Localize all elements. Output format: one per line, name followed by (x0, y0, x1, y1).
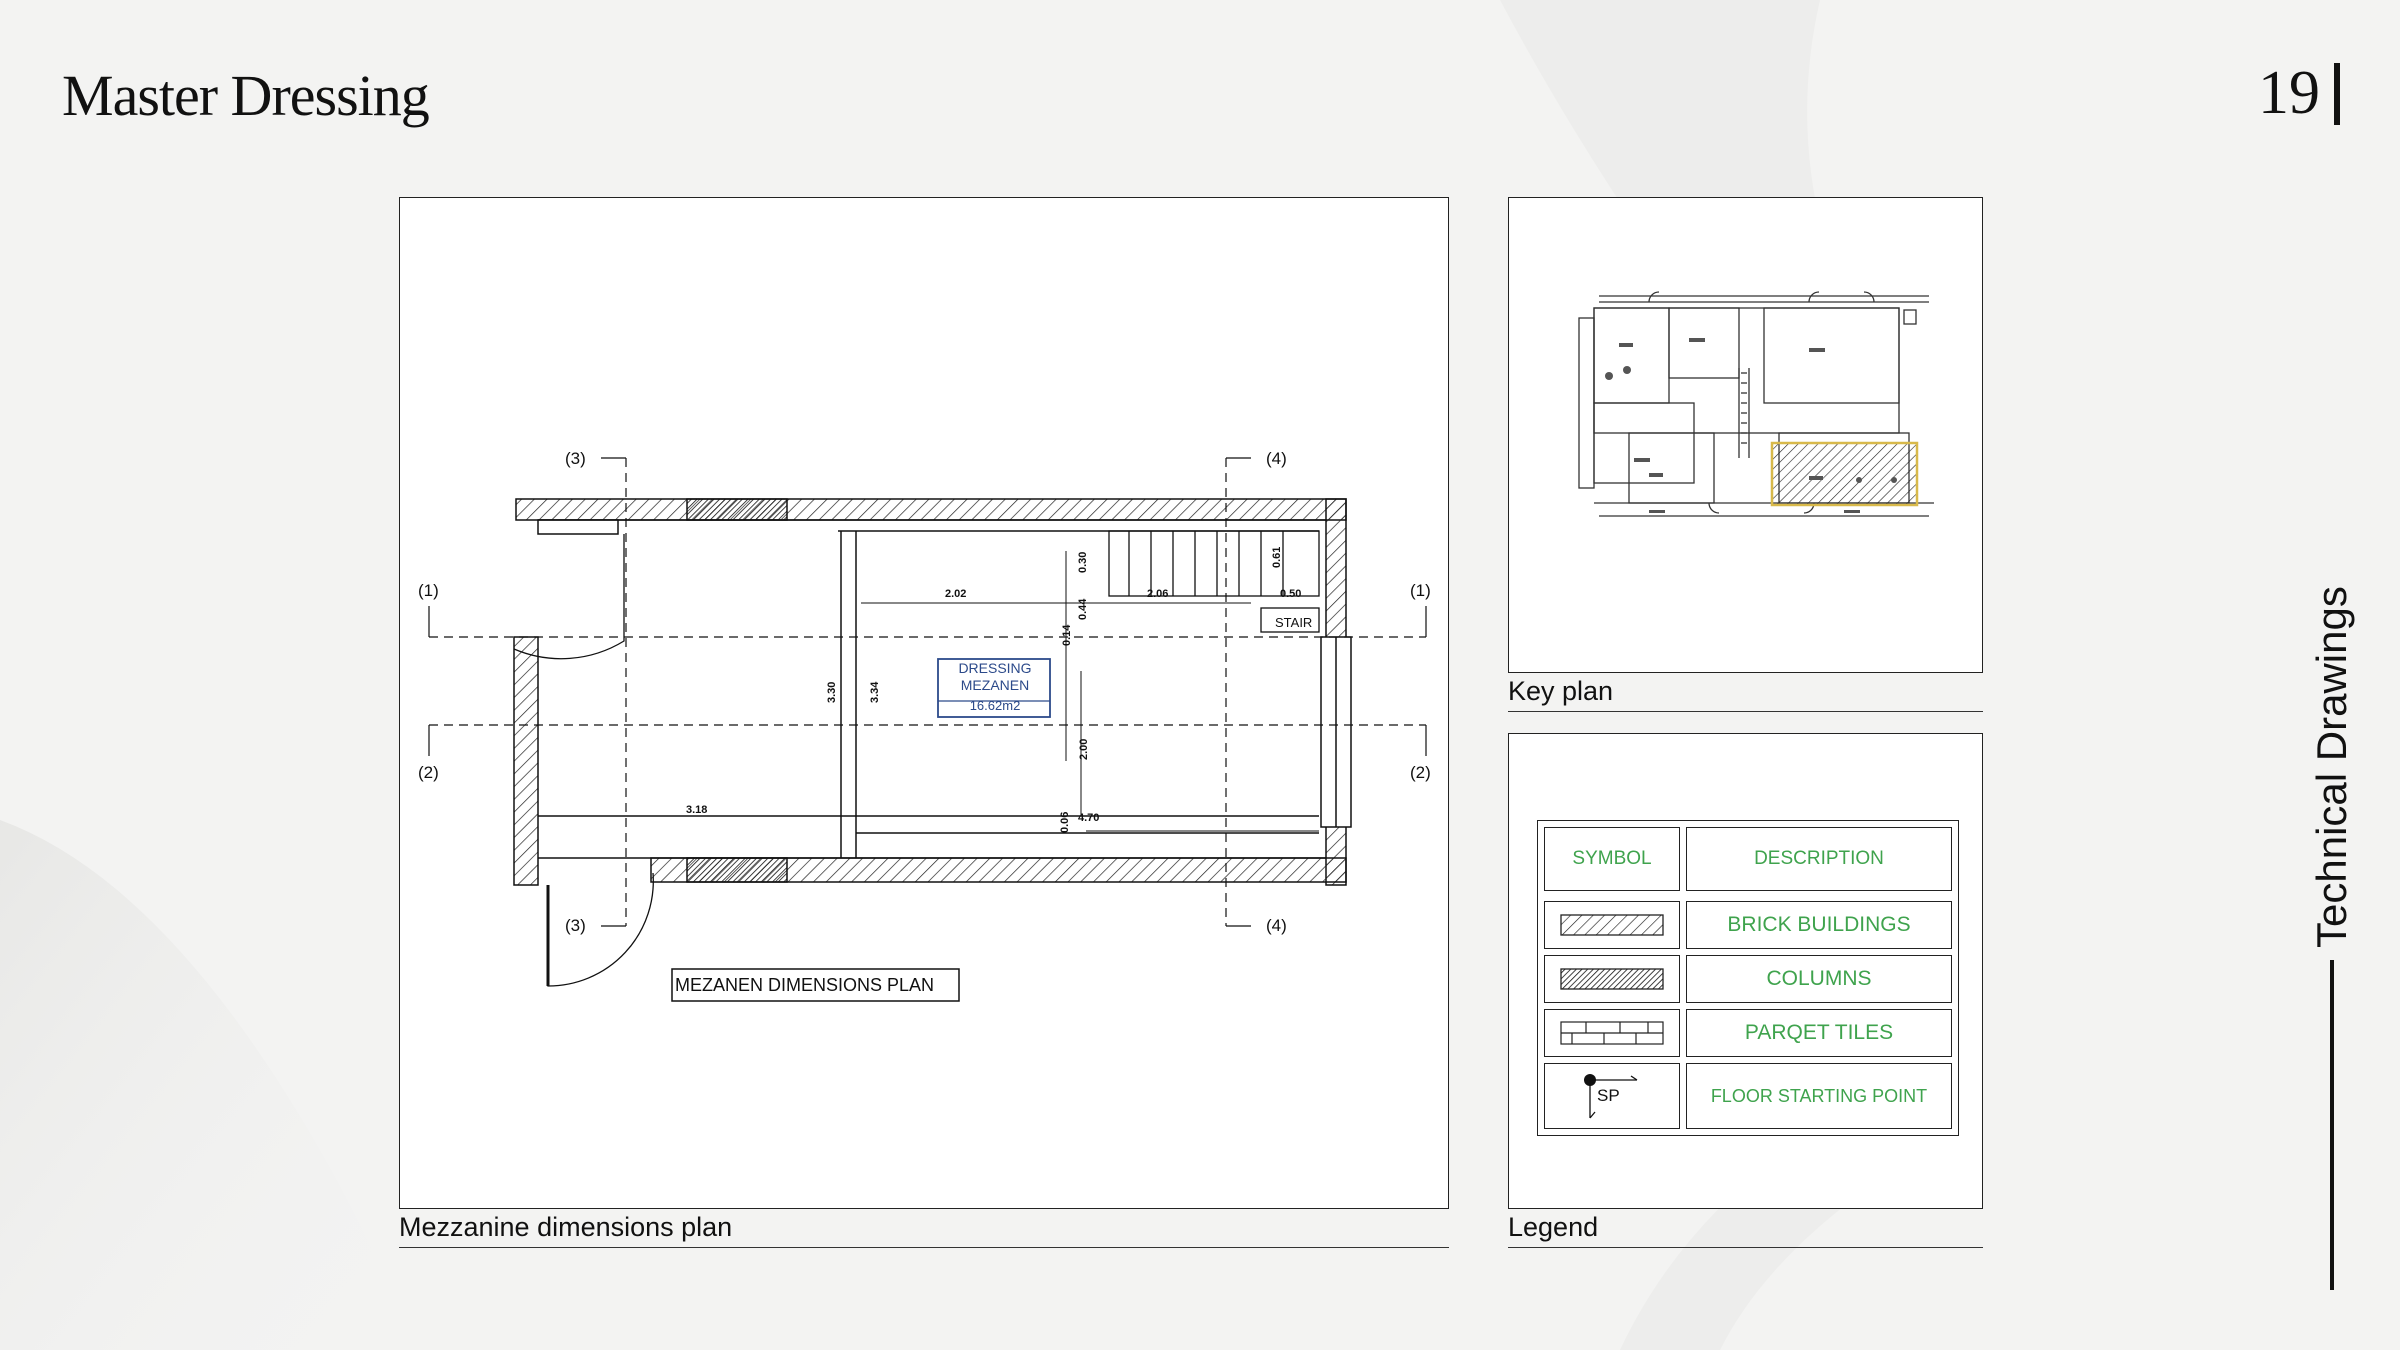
section-marker-3-top: (3) (565, 449, 586, 468)
section-marker-1-left: (1) (418, 581, 439, 600)
dim-0-14: 0.14 (1061, 624, 1073, 646)
legend-row-brick: BRICK BUILDINGS (1544, 901, 1952, 949)
legend-symbol-cell (1544, 1009, 1680, 1057)
legend-row-floor-start: SP FLOOR STARTING POINT (1544, 1063, 1952, 1129)
hatch-dark-icon (1560, 968, 1664, 990)
legend-panel: SYMBOL DESCRIPTION BRICK BUILDINGS COLUM… (1508, 733, 1983, 1209)
door-bottom-swing (547, 872, 654, 987)
legend-label-brick: BRICK BUILDINGS (1686, 901, 1952, 949)
wall-top (515, 498, 1347, 521)
mezzanine-plan-panel: (1) (1) (2) (2) (3) (3) (4) (4) STAIR ME… (399, 197, 1449, 1209)
section-marker-2-left: (2) (418, 763, 439, 782)
key-plan-panel (1508, 197, 1983, 673)
dim-2-02: 2.02 (945, 588, 966, 600)
section-marker-2-right: (2) (1410, 763, 1431, 782)
mezzanine-plan-caption: Mezzanine dimensions plan (399, 1214, 1449, 1248)
side-label-text: Technical Drawings (2308, 586, 2355, 948)
page-number-value: 19 (2258, 59, 2320, 127)
page-number: 19 (2258, 58, 2340, 129)
legend-caption: Legend (1508, 1214, 1983, 1248)
legend-label-parquet: PARQET TILES (1686, 1009, 1952, 1057)
key-plan-drawing (1578, 291, 1934, 517)
section-marker-4-bottom: (4) (1266, 916, 1287, 935)
wall-left (513, 636, 539, 886)
dim-4-70: 4.70 (1078, 812, 1099, 824)
floor-start-symbol-text: SP (1597, 1086, 1620, 1105)
dim-3-30: 3.30 (826, 682, 838, 703)
parquet-icon (1560, 1021, 1664, 1045)
page-title: Master Dressing (62, 63, 430, 128)
room-area: 16.62m2 (970, 698, 1021, 713)
key-plan-highlight (1770, 441, 1919, 507)
legend-symbol-cell: SP (1544, 1063, 1680, 1129)
dim-0-06: 0.06 (1059, 812, 1071, 833)
dim-2-00: 2.00 (1078, 739, 1090, 760)
page-number-bar (2334, 62, 2340, 125)
section-marker-1-right: (1) (1410, 581, 1431, 600)
dim-0-61: 0.61 (1271, 547, 1283, 568)
legend-symbol-cell (1544, 901, 1680, 949)
legend-header-symbol: SYMBOL (1544, 827, 1680, 891)
room-name-line2: MEZANEN (961, 677, 1029, 693)
column-bottom (686, 857, 788, 883)
section-marker-3-bottom: (3) (565, 916, 586, 935)
dim-0-44: 0.44 (1077, 598, 1089, 620)
legend-symbol-cell (1544, 955, 1680, 1003)
legend-label-columns: COLUMNS (1686, 955, 1952, 1003)
dim-3-18: 3.18 (686, 804, 707, 816)
section-side-label: Technical Drawings (2308, 568, 2356, 1290)
stair-label: STAIR (1275, 615, 1312, 630)
legend-header-row: SYMBOL DESCRIPTION (1544, 827, 1952, 891)
column-top (686, 498, 788, 521)
dim-3-34: 3.34 (869, 681, 881, 703)
dim-0-30: 0.30 (1077, 552, 1089, 573)
dim-2-06: 2.06 (1147, 588, 1168, 600)
section-marker-4-top: (4) (1266, 449, 1287, 468)
legend-row-parquet: PARQET TILES (1544, 1009, 1952, 1057)
mezzanine-plan-drawing: (1) (1) (2) (2) (3) (3) (4) (4) STAIR ME… (418, 449, 1431, 1002)
legend-label-floor-start: FLOOR STARTING POINT (1686, 1063, 1952, 1129)
legend-header-description: DESCRIPTION (1686, 827, 1952, 891)
hatch-light-icon (1560, 914, 1664, 936)
dim-0-50: 0.50 (1280, 588, 1301, 600)
room-name-line1: DRESSING (958, 660, 1031, 676)
legend-row-columns: COLUMNS (1544, 955, 1952, 1003)
legend-table: SYMBOL DESCRIPTION BRICK BUILDINGS COLUM… (1537, 820, 1959, 1136)
side-label-rule (2330, 960, 2334, 1290)
plan-title: MEZANEN DIMENSIONS PLAN (675, 975, 934, 995)
key-plan-caption: Key plan (1508, 678, 1983, 712)
